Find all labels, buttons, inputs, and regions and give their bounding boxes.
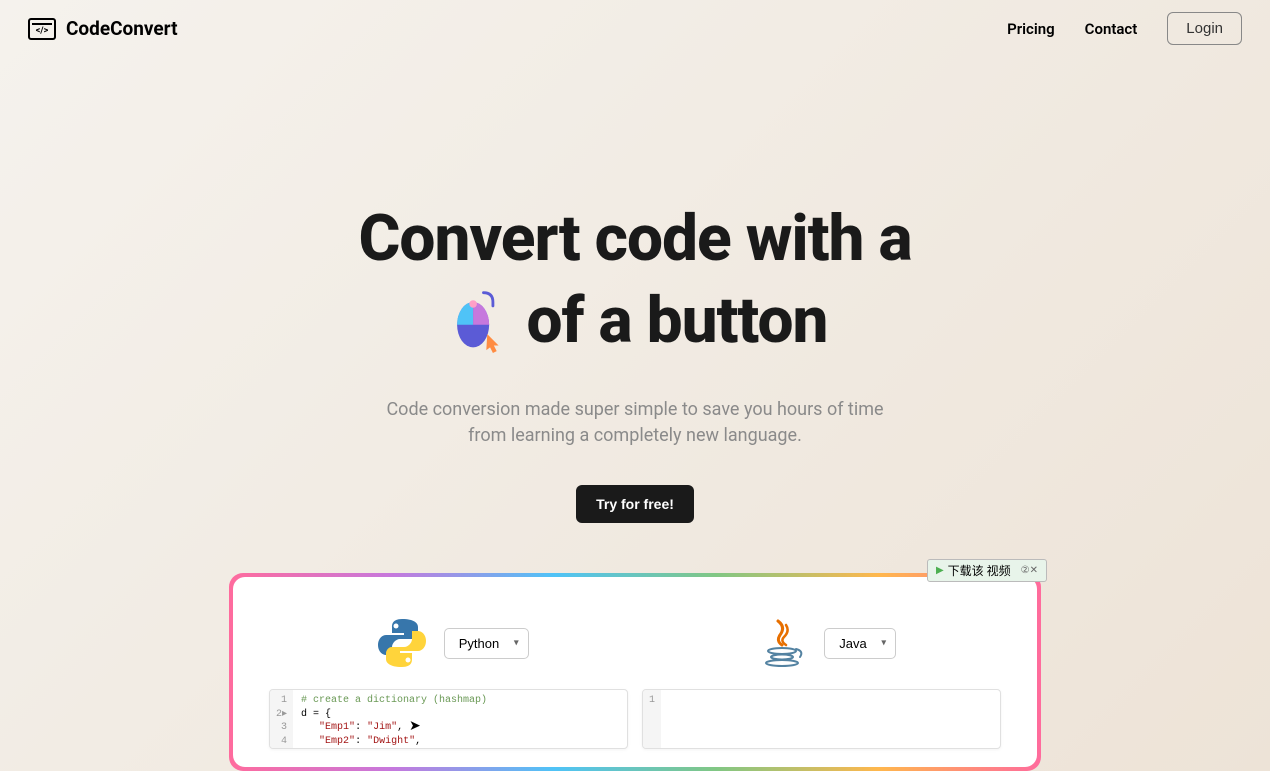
target-language-group: Java <box>754 615 896 671</box>
close-badge-icon[interactable]: ②✕ <box>1021 565 1038 576</box>
language-selector-row: Python <box>261 615 1009 671</box>
hero-section: Convert code with a of a button Code con… <box>0 57 1270 523</box>
mouse-click-icon <box>442 287 508 353</box>
hero-title: Convert code with a of a button <box>0 202 1270 357</box>
java-icon <box>754 615 810 671</box>
cursor-icon: ➤ <box>409 718 421 737</box>
logo[interactable]: </> CodeConvert <box>28 17 178 40</box>
line-numbers-right: 1 <box>643 690 661 748</box>
target-editor[interactable]: 1 <box>642 689 1001 749</box>
source-language-select[interactable]: Python <box>444 628 529 659</box>
hero-title-line1: Convert code with a <box>358 201 911 276</box>
python-icon <box>374 615 430 671</box>
nav-contact[interactable]: Contact <box>1085 20 1138 38</box>
nav: Pricing Contact Login <box>1007 12 1242 45</box>
source-code: # create a dictionary (hashmap) d = { "E… <box>293 690 627 748</box>
try-free-button[interactable]: Try for free! <box>576 485 694 523</box>
source-language-group: Python <box>374 615 529 671</box>
hero-title-line2-suffix: of a button <box>526 284 827 358</box>
header: </> CodeConvert Pricing Contact Login <box>0 0 1270 57</box>
code-window-icon: </> <box>28 18 56 40</box>
brand-name: CodeConvert <box>66 17 178 40</box>
line-numbers-left: 1 2▸ 3 4 5 6 <box>270 690 293 748</box>
target-code <box>661 690 1000 748</box>
play-icon: ▶ <box>936 565 944 576</box>
demo-panel: ▶ 下载该 视频 ②✕ Python <box>229 573 1041 771</box>
editors-row: 1 2▸ 3 4 5 6 # create a dictionary (hash… <box>261 689 1009 749</box>
hero-subtitle: Code conversion made super simple to sav… <box>0 397 1270 449</box>
login-button[interactable]: Login <box>1167 12 1242 45</box>
target-language-select[interactable]: Java <box>824 628 896 659</box>
nav-pricing[interactable]: Pricing <box>1007 20 1055 38</box>
download-video-badge[interactable]: ▶ 下载该 视频 ②✕ <box>927 559 1047 582</box>
source-editor[interactable]: 1 2▸ 3 4 5 6 # create a dictionary (hash… <box>269 689 628 749</box>
